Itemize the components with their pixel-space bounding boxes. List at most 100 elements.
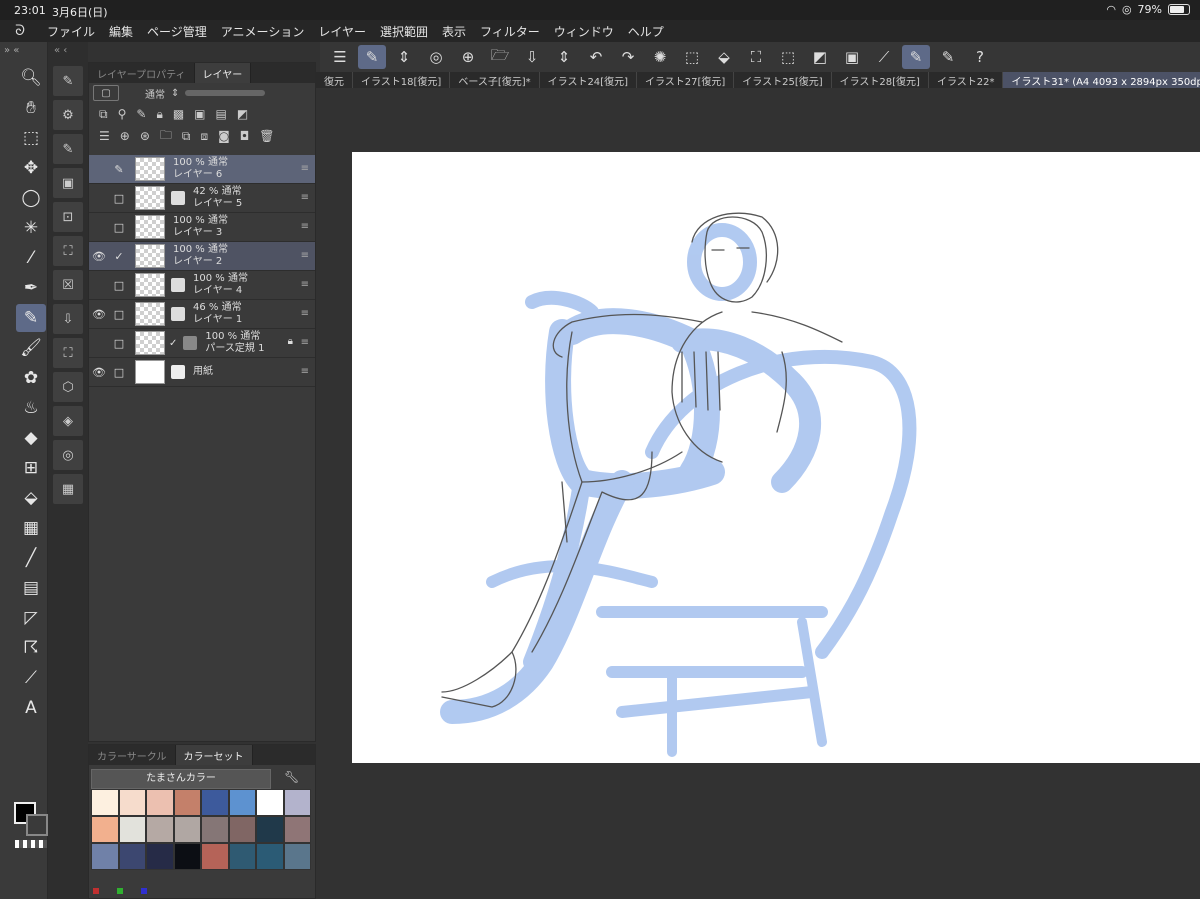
color-swatch[interactable] bbox=[146, 843, 174, 870]
select-checkbox[interactable]: □ bbox=[109, 192, 129, 205]
open-icon[interactable]: 🗁︎ bbox=[486, 45, 514, 69]
subtool-navigator-icon[interactable]: ◎ bbox=[53, 440, 83, 470]
wrench-icon[interactable]: 🔧︎ bbox=[284, 770, 299, 784]
layer-row[interactable]: □ ✓ 100 % 通常 パース定規 1 🔒︎ ≡ bbox=[89, 329, 315, 358]
copy-layer-icon[interactable]: ⧉ bbox=[182, 129, 191, 144]
mask-icon[interactable]: ▣ bbox=[194, 107, 205, 121]
subtool-figure-icon[interactable]: ⛶ bbox=[53, 236, 83, 266]
text-icon[interactable]: A bbox=[16, 694, 46, 722]
fill-icon[interactable]: ⬙ bbox=[710, 45, 738, 69]
subtool-layout-icon[interactable]: ⊡ bbox=[53, 202, 83, 232]
color-swatch[interactable] bbox=[173, 843, 201, 870]
blend-icon[interactable]: ⊞ bbox=[16, 454, 46, 482]
companion-icon[interactable]: ◎ bbox=[422, 45, 450, 69]
mask-add-icon[interactable]: ◙ bbox=[218, 129, 230, 143]
drag-handle-icon[interactable]: ≡ bbox=[301, 308, 309, 319]
color-swatch[interactable] bbox=[146, 816, 174, 843]
subtool-person-icon[interactable]: ⛶ bbox=[53, 338, 83, 368]
menu-page[interactable]: ページ管理 bbox=[140, 23, 214, 40]
color-swatch[interactable] bbox=[173, 789, 201, 816]
subtool-settings-icon[interactable]: ⚙ bbox=[53, 100, 83, 130]
doc-tab-active[interactable]: イラスト31* (A4 4093 x 2894px 350dpi 48.1%) bbox=[1003, 72, 1200, 88]
transparent-color[interactable] bbox=[15, 840, 47, 848]
tab-color-circle[interactable]: カラーサークル bbox=[89, 745, 176, 765]
lasso-icon[interactable]: ◯ bbox=[16, 184, 46, 212]
color-set-select[interactable]: たまさんカラー bbox=[91, 769, 271, 789]
eye-icon[interactable]: 👁︎ bbox=[89, 250, 109, 263]
new-vector-icon[interactable]: ⊛ bbox=[140, 129, 150, 143]
select-checkbox[interactable]: □ bbox=[109, 279, 129, 292]
color-swatch[interactable] bbox=[201, 789, 229, 816]
frame-icon[interactable]: ▤ bbox=[16, 574, 46, 602]
subtool-pages-icon[interactable]: ▣ bbox=[53, 168, 83, 198]
color-swatch[interactable] bbox=[228, 816, 256, 843]
selection-border-icon[interactable]: ▣ bbox=[838, 45, 866, 69]
brush-icon[interactable]: 🖌︎ bbox=[16, 334, 46, 362]
doc-tab[interactable]: イラスト22* bbox=[929, 72, 1004, 88]
eye-icon[interactable]: 👁︎ bbox=[89, 308, 109, 321]
color-swatch[interactable] bbox=[201, 843, 229, 870]
tab-layer[interactable]: レイヤー bbox=[194, 63, 252, 83]
layer-row[interactable]: □ 42 % 通常 レイヤー 5 ≡ bbox=[89, 184, 315, 213]
color-swatch[interactable] bbox=[173, 816, 201, 843]
balloon-icon[interactable]: ☈ bbox=[16, 634, 46, 662]
chevron-updown-icon[interactable]: ⇕ bbox=[390, 45, 418, 69]
select-checkbox[interactable]: □ bbox=[109, 308, 129, 321]
doc-tab[interactable]: イラスト25[復元] bbox=[734, 72, 832, 88]
drag-handle-icon[interactable]: ≡ bbox=[301, 279, 309, 290]
menu-filter[interactable]: フィルター bbox=[473, 23, 547, 40]
background-color[interactable] bbox=[26, 814, 48, 836]
select-checkbox[interactable]: □ bbox=[109, 221, 129, 234]
drag-handle-icon[interactable]: ≡ bbox=[301, 250, 309, 261]
clip-icon[interactable]: ⧉ bbox=[99, 107, 108, 122]
edit-icon[interactable]: ✎ bbox=[358, 45, 386, 69]
layer-row[interactable]: 👁︎ ✓ 100 % 通常 レイヤー 2 ≡ bbox=[89, 242, 315, 271]
select-checkbox[interactable]: □ bbox=[109, 366, 129, 379]
drag-handle-icon[interactable]: ≡ bbox=[301, 337, 309, 348]
color-swatch[interactable] bbox=[256, 789, 284, 816]
decoration-icon[interactable]: ✿ bbox=[16, 364, 46, 392]
redo-icon[interactable]: ↷ bbox=[614, 45, 642, 69]
doc-tab[interactable]: イラスト18[復元] bbox=[353, 72, 451, 88]
snap-brush-icon[interactable]: ✎ bbox=[902, 45, 930, 69]
menu-animation[interactable]: アニメーション bbox=[214, 23, 312, 40]
drag-handle-icon[interactable]: ≡ bbox=[301, 192, 309, 203]
magic-wand-icon[interactable]: ✳ bbox=[16, 214, 46, 242]
fill-icon[interactable]: ⬙ bbox=[16, 484, 46, 512]
color-swatch[interactable] bbox=[283, 789, 311, 816]
hand-icon[interactable]: ✋︎ bbox=[16, 94, 46, 122]
lock-icon[interactable]: 🔒︎ bbox=[156, 107, 162, 122]
chevron-updown-icon[interactable]: ⇕ bbox=[171, 88, 179, 99]
chevron-updown-icon[interactable]: ⇕ bbox=[550, 45, 578, 69]
eye-icon[interactable]: 👁︎ bbox=[89, 366, 109, 379]
subtool-pencil-icon[interactable]: ✎ bbox=[53, 66, 83, 96]
airbrush-icon[interactable]: ♨ bbox=[16, 394, 46, 422]
opacity-slider[interactable] bbox=[185, 90, 266, 96]
transform-icon[interactable]: ⛶ bbox=[742, 45, 770, 69]
blend-mode-toggle[interactable]: ▢ bbox=[93, 85, 119, 101]
menu-window[interactable]: ウィンドウ bbox=[547, 23, 621, 40]
tab-layer-property[interactable]: レイヤープロパティ bbox=[89, 63, 195, 83]
zoom-icon[interactable]: 🔍︎ bbox=[16, 64, 46, 92]
menu-layer[interactable]: レイヤー bbox=[311, 23, 373, 40]
color-swatch[interactable] bbox=[91, 843, 119, 870]
menu-help[interactable]: ヘルプ bbox=[621, 23, 671, 40]
color-swatch[interactable] bbox=[283, 816, 311, 843]
trash-icon[interactable]: 🗑︎ bbox=[259, 129, 274, 143]
color-swatch[interactable] bbox=[91, 789, 119, 816]
drawing-canvas[interactable] bbox=[352, 152, 1200, 763]
deselect-icon[interactable]: ⬚ bbox=[774, 45, 802, 69]
drag-handle-icon[interactable]: ≡ bbox=[301, 366, 309, 377]
subtool-import-icon[interactable]: ⇩ bbox=[53, 304, 83, 334]
pen-icon[interactable]: ✒ bbox=[16, 274, 46, 302]
layer-row[interactable]: □ 100 % 通常 レイヤー 3 ≡ bbox=[89, 213, 315, 242]
color-swatch[interactable] bbox=[146, 789, 174, 816]
color-swatch[interactable] bbox=[118, 789, 146, 816]
doc-tab[interactable]: 復元 bbox=[316, 72, 353, 88]
menu-edit[interactable]: 編集 bbox=[102, 23, 140, 40]
subtool-layers-icon[interactable]: ◈ bbox=[53, 406, 83, 436]
menu-selection[interactable]: 選択範囲 bbox=[373, 23, 435, 40]
check-icon[interactable]: ✓ bbox=[109, 250, 129, 263]
doc-tab[interactable]: イラスト28[復元] bbox=[832, 72, 929, 88]
app-logo-icon[interactable]: ᘐ bbox=[0, 23, 40, 39]
